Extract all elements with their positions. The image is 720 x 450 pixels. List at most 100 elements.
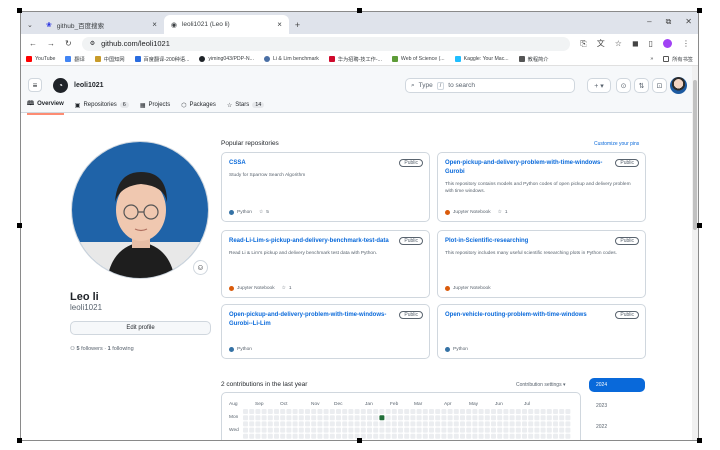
contribution-cell[interactable] [441,433,447,439]
minimize-icon[interactable]: – [647,17,651,27]
selection-handle[interactable] [17,223,22,228]
contribution-cell[interactable] [559,409,565,414]
back-icon[interactable]: ← [29,39,37,48]
contribution-cell[interactable] [385,433,391,439]
selection-handle[interactable] [357,8,362,13]
contribution-cell[interactable] [460,415,465,421]
contribution-cell[interactable] [546,427,552,433]
contribution-cell[interactable] [509,421,515,427]
all-bookmarks[interactable]: 所有书签 [663,56,693,63]
tab-projects[interactable]: ▦ Projects [140,102,170,113]
contribution-cell[interactable] [546,409,552,414]
contribution-cell[interactable] [311,433,317,439]
contribution-settings-button[interactable]: Contribution settings ▾ [516,382,565,388]
contribution-cell[interactable] [565,421,571,427]
contribution-cell[interactable] [497,433,503,439]
contribution-cell[interactable] [491,415,496,421]
page-scrollbar[interactable] [692,66,698,440]
contribution-cell[interactable] [503,415,509,421]
contribution-cell[interactable] [429,427,434,433]
contribution-cell[interactable] [391,433,397,439]
contribution-cell[interactable] [398,427,403,433]
contribution-cell[interactable] [354,421,360,427]
contribution-cell[interactable] [398,409,403,414]
contribution-cell[interactable] [484,427,490,433]
contribution-cell[interactable] [391,427,397,433]
contribution-cell[interactable] [261,427,267,433]
contribution-cell[interactable] [261,421,267,427]
contribution-cell[interactable] [354,427,360,433]
contribution-cell[interactable] [559,433,565,439]
contribution-cell[interactable] [466,409,472,414]
contribution-cell[interactable] [435,433,441,439]
contribution-cell[interactable] [379,427,385,433]
bookmark-huawei[interactable]: 华为招聘-技工作-... [328,56,382,63]
contribution-cell[interactable] [267,409,273,414]
star-icon[interactable]: ☆ [498,210,502,215]
selection-handle[interactable] [17,8,22,13]
contribution-cell[interactable] [323,421,329,427]
screenshot-icon[interactable]: ⎘ [580,39,586,49]
contribution-cell[interactable] [367,427,372,433]
contribution-cell[interactable] [280,421,286,427]
contribution-cell[interactable] [491,427,496,433]
contribution-cell[interactable] [534,433,540,439]
contribution-cell[interactable] [553,421,558,427]
contribution-cell[interactable] [404,409,410,414]
following-count[interactable]: 1 [108,346,111,352]
contribution-cell[interactable] [404,415,410,421]
contribution-cell[interactable] [410,421,416,427]
contribution-cell[interactable] [472,421,478,427]
contribution-cell[interactable] [528,421,534,427]
contribution-cell[interactable] [522,415,527,421]
contribution-cell[interactable] [286,427,292,433]
contribution-cell[interactable] [336,415,341,421]
site-info-icon[interactable]: ⚙ [90,40,95,47]
contribution-cell[interactable] [342,421,348,427]
contribution-cell[interactable] [540,421,546,427]
contribution-cell[interactable] [422,409,428,414]
contribution-cell[interactable] [249,433,255,439]
contribution-cell[interactable] [305,433,310,439]
contribution-cell[interactable] [305,409,310,414]
search-input[interactable]: ⌕ Type / to search [405,78,575,93]
close-window-icon[interactable]: ✕ [685,17,692,27]
contribution-cell[interactable] [348,415,354,421]
contribution-cell[interactable] [472,409,478,414]
contribution-cell[interactable] [416,433,422,439]
contribution-cell[interactable] [274,433,279,439]
following-label[interactable]: following [112,346,133,352]
contribution-cell[interactable] [354,409,360,414]
contribution-cell[interactable] [336,427,341,433]
contribution-cell[interactable] [497,421,503,427]
contribution-cell[interactable] [329,421,335,427]
contribution-cell[interactable] [336,421,341,427]
contribution-cell[interactable] [453,415,459,421]
edit-profile-button[interactable]: Edit profile [70,321,211,335]
contribution-cell[interactable] [478,409,484,414]
year-button-2023[interactable]: 2023 [589,399,645,413]
contribution-cell[interactable] [311,427,317,433]
contribution-cell[interactable] [472,427,478,433]
contribution-cell[interactable] [546,433,552,439]
contribution-cell[interactable] [311,415,317,421]
contribution-cell[interactable] [441,415,447,421]
contribution-cell[interactable] [280,409,286,414]
contribution-cell[interactable] [559,415,565,421]
contribution-cell[interactable] [491,433,496,439]
contribution-cell[interactable] [379,409,385,414]
contribution-cell[interactable] [261,433,267,439]
contribution-cell[interactable] [540,427,546,433]
repo-stars[interactable]: 1 [505,210,508,215]
tab-stars[interactable]: ☆ Stars 14 [227,102,265,113]
contribution-cell[interactable] [274,415,279,421]
contribution-cell[interactable] [410,427,416,433]
contribution-cell[interactable] [261,409,267,414]
contribution-cell[interactable] [466,427,472,433]
contribution-cell[interactable] [553,415,558,421]
contribution-cell[interactable] [342,415,348,421]
contribution-cell[interactable] [342,409,348,414]
contribution-cell[interactable] [255,415,261,421]
contribution-cell[interactable] [317,427,323,433]
contribution-cell[interactable] [472,433,478,439]
